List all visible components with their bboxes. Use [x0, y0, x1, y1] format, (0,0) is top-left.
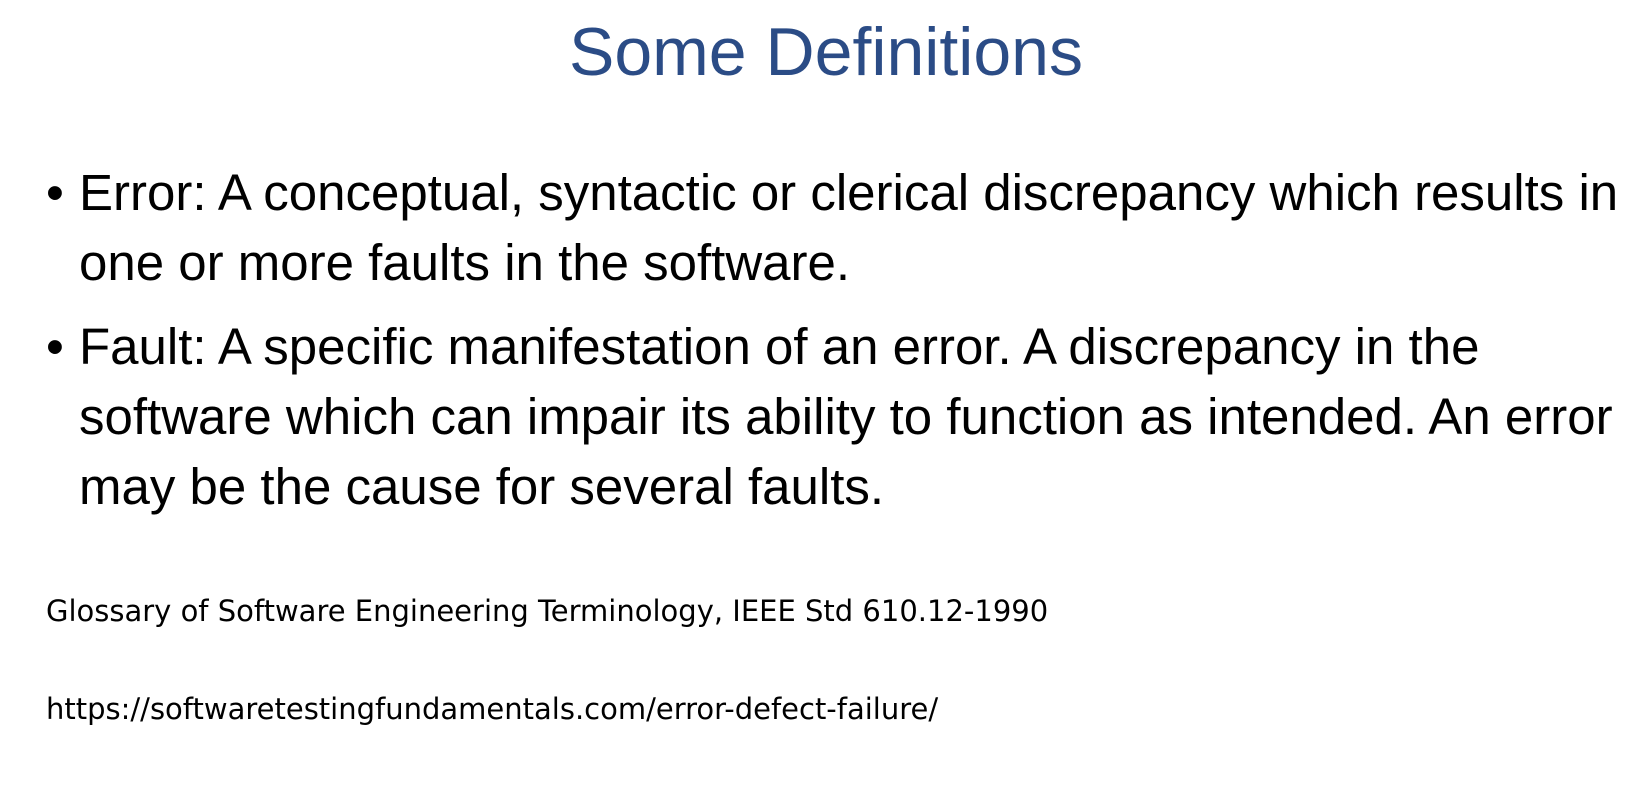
reference-url: https://softwaretestingfundamentals.com/…	[46, 692, 939, 726]
bullet-icon: •	[46, 164, 64, 221]
definition-fault: • Fault: A specific manifestation of an …	[46, 312, 1626, 522]
definition-fault-text: Fault: A specific manifestation of an er…	[79, 318, 1613, 515]
slide-title: Some Definitions	[568, 14, 1084, 90]
slide: Some Definitions • Error: A conceptual, …	[0, 0, 1652, 796]
reference-ieee-glossary: Glossary of Software Engineering Termino…	[46, 594, 1049, 628]
definition-error-text: Error: A conceptual, syntactic or cleric…	[79, 164, 1619, 291]
bullet-icon: •	[46, 318, 64, 375]
definition-error: • Error: A conceptual, syntactic or cler…	[46, 158, 1626, 298]
definition-list: • Error: A conceptual, syntactic or cler…	[46, 158, 1626, 536]
